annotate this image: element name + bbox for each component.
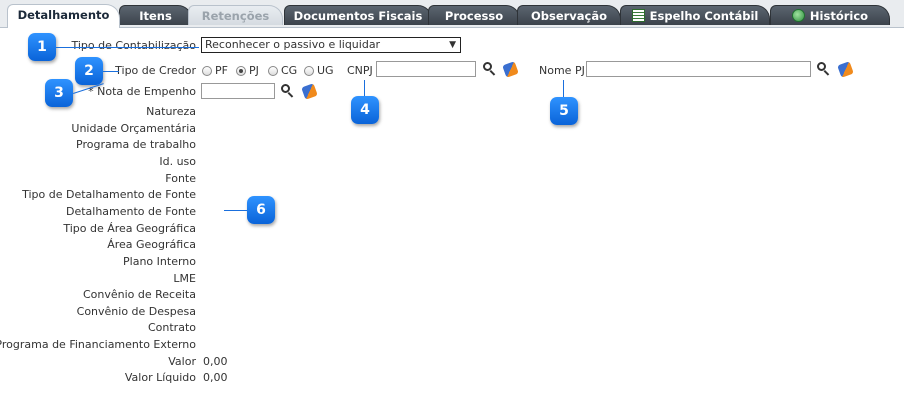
nota-empenho-search-icon[interactable] xyxy=(281,84,295,98)
radio-pf[interactable]: PF xyxy=(202,64,228,78)
cnpj-search-icon[interactable] xyxy=(483,62,497,76)
tab-label: Observação xyxy=(530,9,608,23)
dropdown-arrow-icon: ▼ xyxy=(449,40,456,50)
tab-retencoes: Retenções xyxy=(188,5,283,25)
radio-pj[interactable]: PJ xyxy=(236,64,259,78)
field-label: Área Geográfica xyxy=(107,238,196,251)
radio-label: PF xyxy=(215,64,228,77)
tab-bar: Detalhamento Itens Retenções Documentos … xyxy=(0,0,904,28)
callout-badge-3: 3 xyxy=(45,79,73,107)
radio-circle-icon xyxy=(202,66,212,76)
callout-badge-4: 4 xyxy=(351,96,379,124)
tipo-contabilizacao-label: Tipo de Contabilização xyxy=(71,39,196,52)
tab-label: Retenções xyxy=(201,9,270,23)
radio-label: UG xyxy=(317,64,334,77)
radio-circle-selected-icon xyxy=(236,66,246,76)
field-label: Tipo de Detalhamento de Fonte xyxy=(22,188,196,201)
nota-empenho-input[interactable] xyxy=(201,83,275,99)
nome-pj-search-icon[interactable] xyxy=(817,62,831,76)
nome-pj-input[interactable] xyxy=(586,61,811,77)
field-label: Valor xyxy=(168,355,196,368)
tab-itens[interactable]: Itens xyxy=(119,5,192,25)
tab-observacao[interactable]: Observação xyxy=(517,5,621,25)
tab-espelho-contabil[interactable]: Espelho Contábil xyxy=(620,5,770,25)
field-label: Contrato xyxy=(147,321,196,334)
field-label: Convênio de Receita xyxy=(82,288,196,301)
field-label: Programa de Financiamento Externo xyxy=(0,338,196,351)
radio-circle-icon xyxy=(304,66,314,76)
field-label: Tipo de Área Geográfica xyxy=(63,222,196,235)
nota-empenho-label-text: Nota de Empenho xyxy=(97,85,196,98)
field-label: Unidade Orçamentária xyxy=(71,122,196,135)
radio-circle-icon xyxy=(268,66,278,76)
tipo-contabilizacao-value: Reconhecer o passivo e liquidar xyxy=(205,38,381,51)
field-label: Id. uso xyxy=(159,155,196,168)
globe-icon xyxy=(791,9,805,22)
field-value: 0,00 xyxy=(203,355,228,368)
tipo-contabilizacao-select[interactable]: Reconhecer o passivo e liquidar ▼ xyxy=(201,37,461,53)
callout-line-2 xyxy=(103,71,119,72)
field-label: LME xyxy=(173,272,196,285)
radio-label: PJ xyxy=(249,64,259,77)
tab-label: Histórico xyxy=(809,9,869,23)
cnpj-clear-icon[interactable] xyxy=(502,61,519,78)
tab-label: Detalhamento xyxy=(17,8,110,22)
callout-line-1 xyxy=(56,47,199,48)
field-label: Fonte xyxy=(165,172,196,185)
callout-badge-1: 1 xyxy=(28,33,56,61)
tab-label: Espelho Contábil xyxy=(649,9,759,23)
tab-label: Documentos Fiscais xyxy=(293,9,423,23)
tab-detalhamento[interactable]: Detalhamento xyxy=(7,4,120,28)
callout-line-5 xyxy=(563,80,564,97)
tab-label: Processo xyxy=(444,9,504,23)
callout-line-6 xyxy=(224,210,247,211)
tab-label: Itens xyxy=(139,9,172,23)
nome-pj-clear-icon[interactable] xyxy=(837,61,854,78)
tab-documentos-fiscais[interactable]: Documentos Fiscais xyxy=(284,5,432,25)
cnpj-label: CNPJ xyxy=(347,64,373,77)
field-label: Detalhamento de Fonte xyxy=(65,205,196,218)
field-label: Programa de trabalho xyxy=(76,138,196,151)
tab-processo[interactable]: Processo xyxy=(428,5,520,25)
nome-pj-label: Nome PJ xyxy=(539,64,585,77)
field-label: Valor Líquido xyxy=(124,371,196,384)
nota-empenho-label: * Nota de Empenho xyxy=(88,85,196,99)
callout-badge-6: 6 xyxy=(247,196,275,224)
field-label: Plano Interno xyxy=(123,255,196,268)
cnpj-input[interactable] xyxy=(376,61,476,77)
callout-badge-5: 5 xyxy=(550,97,578,125)
radio-label: CG xyxy=(281,64,298,77)
nota-empenho-clear-icon[interactable] xyxy=(301,83,318,100)
radio-ug[interactable]: UG xyxy=(304,64,334,78)
tipo-credor-label: Tipo de Credor xyxy=(115,64,196,77)
spreadsheet-icon xyxy=(631,9,645,22)
field-label: Convênio de Despesa xyxy=(76,305,196,318)
field-label: Natureza xyxy=(146,105,196,118)
radio-cg[interactable]: CG xyxy=(268,64,297,78)
callout-line-4 xyxy=(364,80,365,96)
detalhamento-panel: Tipo de Contabilização Reconhecer o pass… xyxy=(0,28,904,403)
callout-badge-2: 2 xyxy=(75,57,103,85)
tab-historico[interactable]: Histórico xyxy=(770,5,890,25)
field-value: 0,00 xyxy=(203,371,228,384)
